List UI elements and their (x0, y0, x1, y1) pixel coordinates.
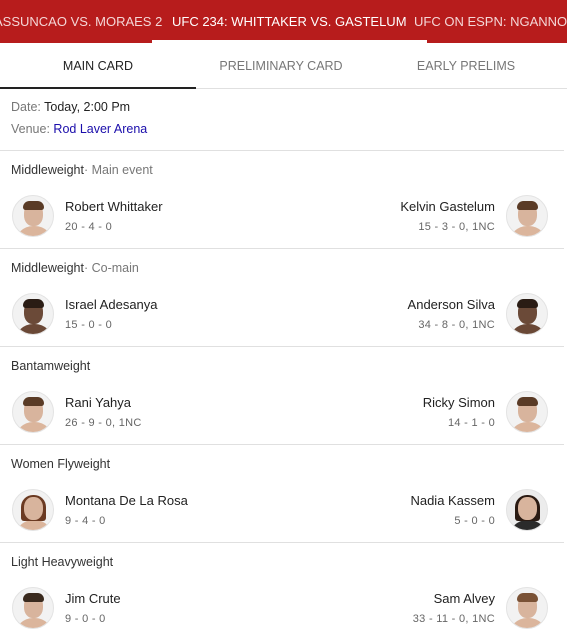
fighter-record-left: 15 - 0 - 0 (65, 319, 113, 331)
bout-row[interactable]: Middleweight· Main event Robert Whittake… (0, 150, 564, 248)
fighter-name-right: Ricky Simon (422, 395, 495, 410)
fighter-avatar (12, 195, 54, 237)
weight-class: Middleweight· Co-main (11, 261, 139, 275)
fighter-avatar (506, 293, 548, 335)
event-venue: Venue: Rod Laver Arena (11, 122, 147, 136)
weight-class-label: Middleweight (11, 163, 84, 177)
fighter-record-left: 9 - 0 - 0 (65, 613, 106, 625)
weight-class-label: Bantamweight (11, 359, 91, 373)
fighter-avatar (12, 391, 54, 433)
event-tab-ufc-on-espn[interactable]: UFC ON ESPN: NGANNOU VS (414, 0, 567, 43)
event-tab-ufc-234[interactable]: UFC 234: WHITTAKER VS. GASTELUM (152, 0, 427, 43)
event-tabs-bar: ASSUNCAO VS. MORAES 2 UFC 234: WHITTAKER… (0, 0, 567, 43)
fighter-name-right: Anderson Silva (407, 297, 495, 312)
weight-class: Middleweight· Main event (11, 163, 153, 177)
fighter-name-left: Montana De La Rosa (65, 493, 188, 508)
fighter-record-right: 14 - 1 - 0 (447, 417, 495, 429)
fighter-name-left: Robert Whittaker (65, 199, 163, 214)
bout-row[interactable]: Light Heavyweight Jim Crute 9 - 0 - 0 Sa… (0, 542, 564, 640)
fighter-record-left: 20 - 4 - 0 (65, 221, 113, 233)
tab-early-prelims[interactable]: EARLY PRELIMS (366, 43, 566, 89)
fighter-avatar (506, 587, 548, 629)
fighter-name-left: Israel Adesanya (65, 297, 158, 312)
fighter-name-right: Sam Alvey (433, 591, 495, 606)
fighter-avatar (12, 489, 54, 531)
fighter-record-right: 34 - 8 - 0, 1NC (418, 319, 495, 331)
venue-link[interactable]: Rod Laver Arena (53, 122, 147, 136)
fighter-record-left: 9 - 4 - 0 (65, 515, 106, 527)
date-label: Date: (11, 100, 41, 114)
fighter-record-right: 33 - 11 - 0, 1NC (412, 613, 495, 625)
date-value: Today, 2:00 Pm (44, 100, 131, 114)
fighter-name-left: Rani Yahya (65, 395, 132, 410)
fighter-record-left: 26 - 9 - 0, 1NC (65, 417, 142, 429)
fighter-avatar (12, 587, 54, 629)
weight-class: Women Flyweight (11, 457, 110, 471)
fighter-avatar (506, 489, 548, 531)
event-date: Date: Today, 2:00 Pm (11, 100, 130, 114)
fighter-name-left: Jim Crute (65, 591, 121, 606)
event-tab-assuncao-moraes[interactable]: ASSUNCAO VS. MORAES 2 (0, 0, 162, 43)
bout-row[interactable]: Middleweight· Co-main Israel Adesanya 15… (0, 248, 564, 346)
weight-class-label: Light Heavyweight (11, 555, 114, 569)
bout-row[interactable]: Women Flyweight Montana De La Rosa 9 - 4… (0, 444, 564, 542)
weight-class-label: Women Flyweight (11, 457, 111, 471)
fighter-avatar (12, 293, 54, 335)
fighter-avatar (506, 195, 548, 237)
venue-label: Venue: (11, 122, 50, 136)
weight-class: Light Heavyweight (11, 555, 113, 569)
bout-type-label: · Main event (83, 163, 153, 177)
tab-preliminary-card[interactable]: PRELIMINARY CARD (196, 43, 366, 89)
tab-main-card[interactable]: MAIN CARD (0, 43, 196, 89)
card-tabs: MAIN CARD PRELIMINARY CARD EARLY PRELIMS (0, 43, 567, 89)
fighter-name-right: Nadia Kassem (410, 493, 495, 508)
weight-class-label: Middleweight (11, 261, 84, 275)
bout-row[interactable]: Bantamweight Rani Yahya 26 - 9 - 0, 1NC … (0, 346, 564, 444)
fighter-avatar (506, 391, 548, 433)
fighter-record-right: 15 - 3 - 0, 1NC (418, 221, 495, 233)
fighter-name-right: Kelvin Gastelum (400, 199, 495, 214)
bout-type-label: · Co-main (83, 261, 139, 275)
fighter-record-right: 5 - 0 - 0 (454, 515, 495, 527)
weight-class: Bantamweight (11, 359, 90, 373)
